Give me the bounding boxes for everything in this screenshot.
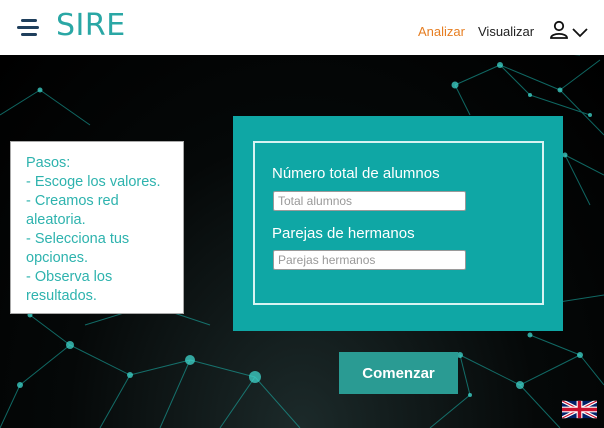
students-label: Número total de alumnos	[272, 165, 440, 182]
steps-panel: Pasos: - Escoge los valores. - Creamos r…	[10, 141, 184, 314]
parameters-card: Número total de alumnos Parejas de herma…	[233, 116, 563, 331]
steps-line: - Observa los	[26, 269, 113, 285]
nav-link-visualizar[interactable]: Visualizar	[478, 24, 534, 39]
students-input[interactable]	[273, 191, 466, 211]
chevron-down-icon[interactable]	[572, 26, 588, 38]
siblings-input[interactable]	[273, 250, 466, 270]
hero-background: Pasos: - Escoge los valores. - Creamos r…	[0, 55, 604, 428]
app-logo[interactable]: SIRE	[56, 8, 126, 43]
steps-title: Pasos:	[26, 155, 71, 171]
siblings-label: Parejas de hermanos	[272, 225, 415, 242]
steps-line: resultados.	[26, 288, 97, 304]
steps-line: opciones.	[26, 250, 89, 266]
steps-line: - Escoge los valores.	[26, 174, 161, 190]
steps-line: - Selecciona tus	[26, 231, 130, 247]
uk-flag-icon[interactable]	[562, 400, 597, 419]
start-button[interactable]: Comenzar	[339, 352, 458, 394]
steps-line: - Creamos red	[26, 193, 119, 209]
user-icon[interactable]	[549, 20, 569, 40]
hamburger-menu-icon[interactable]	[17, 19, 39, 37]
top-navbar: SIRE Analizar Visualizar	[0, 0, 604, 55]
parameters-form: Número total de alumnos Parejas de herma…	[253, 141, 544, 305]
nav-link-analizar[interactable]: Analizar	[418, 24, 465, 39]
steps-line: aleatoria.	[26, 212, 86, 228]
